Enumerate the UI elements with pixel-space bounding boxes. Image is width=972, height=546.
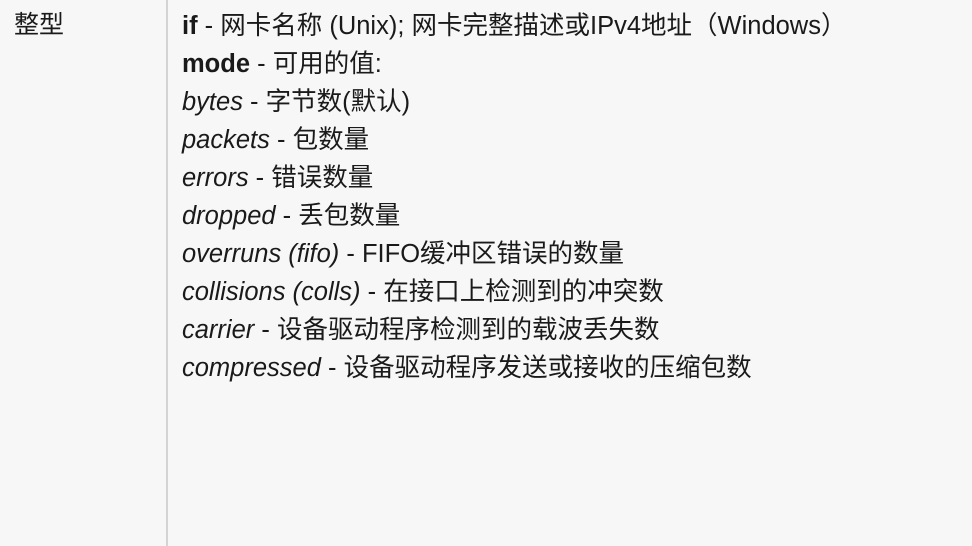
type-label: 整型 <box>14 11 65 39</box>
mode-value-key: collisions (colls) <box>182 278 361 306</box>
mode-value-collisions: collisions (colls) - 在接口上检测到的冲突数 <box>182 273 972 311</box>
mode-value-carrier: carrier - 设备驱动程序检测到的载波丢失数 <box>182 311 972 349</box>
param-if: if - 网卡名称 (Unix); 网卡完整描述或IPv4地址（Windows） <box>182 7 972 45</box>
param-separator: - <box>250 50 273 78</box>
mode-value-description: 丢包数量 <box>298 202 401 230</box>
mode-value-key: compressed <box>182 354 321 382</box>
param-key: mode <box>182 50 251 78</box>
mode-value-overruns: overruns (fifo) - FIFO缓冲区错误的数量 <box>182 235 972 273</box>
mode-value-description: 字节数(默认) <box>265 88 411 116</box>
mode-value-compressed: compressed - 设备驱动程序发送或接收的压缩包数 <box>182 349 972 387</box>
mode-value-dropped: dropped - 丢包数量 <box>182 197 972 235</box>
mode-value-bytes: bytes - 字节数(默认) <box>182 83 972 121</box>
param-description: 可用的值: <box>272 50 382 78</box>
mode-value-packets: packets - 包数量 <box>182 121 972 159</box>
mode-value-separator: - <box>254 316 277 344</box>
param-key: if <box>182 12 198 40</box>
mode-value-description: FIFO缓冲区错误的数量 <box>361 240 625 268</box>
mode-value-separator: - <box>360 278 384 306</box>
mode-value-description: 在接口上检测到的冲突数 <box>383 278 664 306</box>
mode-value-key: packets <box>182 126 270 154</box>
type-cell: 整型 <box>0 0 168 546</box>
param-mode: mode - 可用的值: <box>182 45 972 83</box>
mode-value-separator: - <box>339 240 362 268</box>
parameter-table-row: 整型 if - 网卡名称 (Unix); 网卡完整描述或IPv4地址（Windo… <box>0 0 972 546</box>
description-cell: if - 网卡名称 (Unix); 网卡完整描述或IPv4地址（Windows）… <box>168 0 972 546</box>
mode-value-separator: - <box>320 354 344 382</box>
mode-value-key: overruns (fifo) <box>182 240 340 268</box>
param-description: 网卡名称 (Unix); 网卡完整描述或IPv4地址（Windows） <box>220 12 847 40</box>
mode-value-key: dropped <box>182 202 276 230</box>
mode-value-description: 错误数量 <box>271 164 374 192</box>
mode-value-separator: - <box>275 202 299 230</box>
mode-value-separator: - <box>269 126 293 154</box>
mode-value-key: errors <box>182 164 249 192</box>
param-separator: - <box>197 12 221 40</box>
mode-value-separator: - <box>248 164 272 192</box>
mode-value-description: 设备驱动程序发送或接收的压缩包数 <box>343 354 752 382</box>
mode-value-separator: - <box>242 88 266 116</box>
mode-value-description: 设备驱动程序检测到的载波丢失数 <box>276 316 660 344</box>
mode-value-description: 包数量 <box>292 126 370 154</box>
mode-value-key: carrier <box>182 316 255 344</box>
mode-value-key: bytes <box>182 88 243 116</box>
mode-value-errors: errors - 错误数量 <box>182 159 972 197</box>
